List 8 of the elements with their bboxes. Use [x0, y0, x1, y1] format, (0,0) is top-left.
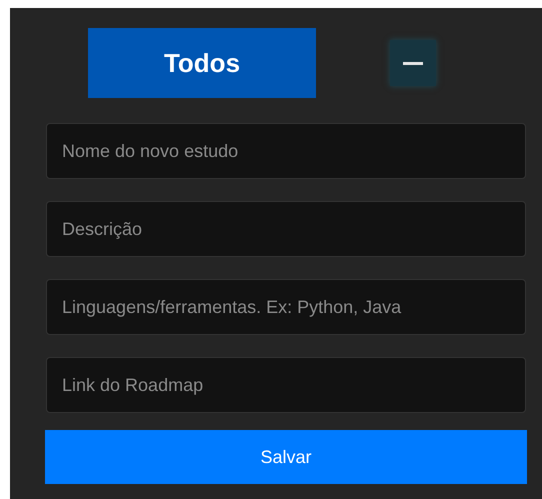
- text-field[interactable]: Descrição: [46, 201, 526, 257]
- minus-icon: [403, 62, 423, 64]
- text-field[interactable]: Nome do novo estudo: [46, 123, 526, 179]
- filter-button[interactable]: Todos: [88, 28, 316, 98]
- text-field[interactable]: Link do Roadmap: [46, 357, 526, 413]
- text-field[interactable]: Linguagens/ferramentas. Ex: Python, Java: [46, 279, 526, 335]
- collapse-button[interactable]: [390, 40, 436, 86]
- save-button[interactable]: Salvar: [45, 430, 527, 484]
